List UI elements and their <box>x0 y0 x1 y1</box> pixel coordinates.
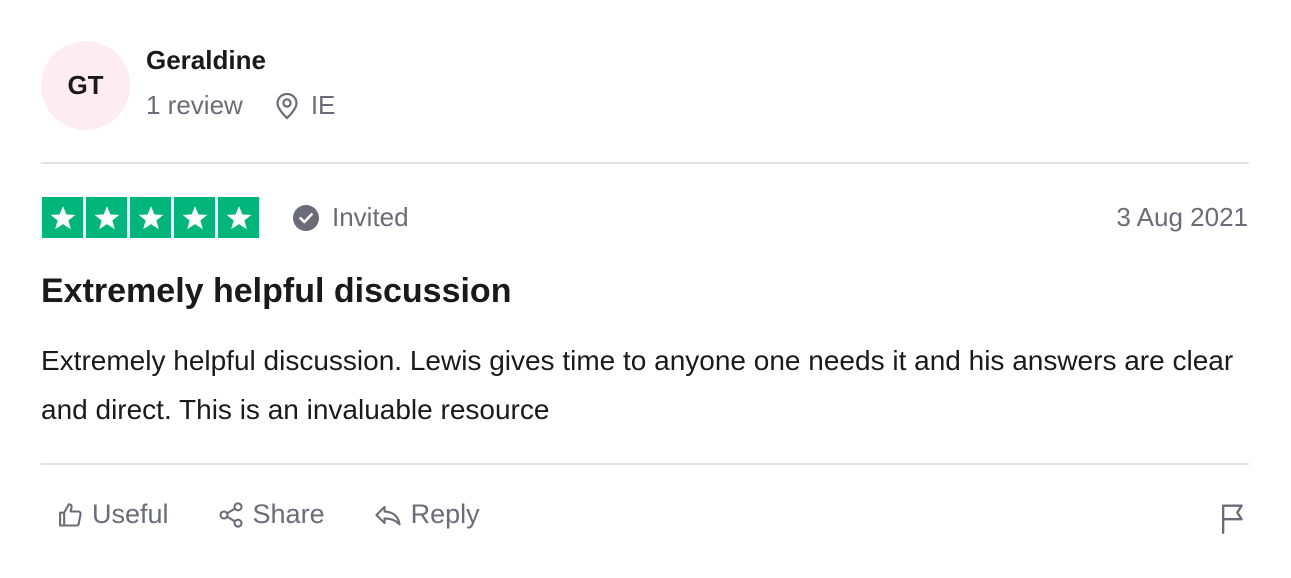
checkmark-badge-icon <box>293 204 319 231</box>
thumbs-up-icon <box>59 502 82 527</box>
share-label: Share <box>252 499 325 529</box>
location-pin-icon <box>276 92 298 119</box>
report-flag-button[interactable] <box>1218 502 1248 539</box>
reply-icon <box>375 505 401 525</box>
share-icon <box>218 501 243 528</box>
avatar[interactable]: GT <box>41 41 130 130</box>
star-icon <box>218 197 259 238</box>
consumer-profile[interactable]: GT Geraldine 1 review IE <box>41 41 335 130</box>
rating-row: Invited 3 Aug 2021 <box>42 197 1248 238</box>
review-date: 3 Aug 2021 <box>1116 202 1248 232</box>
divider <box>41 463 1249 465</box>
consumer-location: IE <box>275 90 336 121</box>
invited-label: Invited <box>332 202 409 232</box>
reply-label: Reply <box>410 499 480 529</box>
star-icon <box>86 197 127 238</box>
divider <box>41 162 1249 164</box>
review-text: Extremely helpful discussion. Lewis give… <box>41 345 1234 425</box>
useful-button[interactable]: Useful <box>56 499 169 530</box>
reply-button[interactable]: Reply <box>373 499 480 530</box>
share-button[interactable]: Share <box>217 499 325 530</box>
invited-badge[interactable]: Invited <box>292 202 409 233</box>
star-icon <box>42 197 83 238</box>
review-title[interactable]: Extremely helpful discussion <box>41 272 511 311</box>
review-actions: Useful Share Reply <box>56 499 528 530</box>
useful-label: Useful <box>92 499 169 529</box>
avatar-initials: GT <box>67 70 104 100</box>
flag-icon <box>1221 504 1243 534</box>
review-count: 1 review <box>146 90 243 120</box>
star-icon <box>174 197 215 238</box>
star-rating <box>42 197 259 238</box>
star-icon <box>130 197 171 238</box>
consumer-name[interactable]: Geraldine <box>146 44 335 76</box>
review-card: GT Geraldine 1 review IE Invited 3 Aug 2… <box>0 0 1291 578</box>
location-label: IE <box>310 90 336 120</box>
consumer-meta: 1 review IE <box>146 90 335 121</box>
consumer-info: Geraldine 1 review IE <box>146 45 335 121</box>
